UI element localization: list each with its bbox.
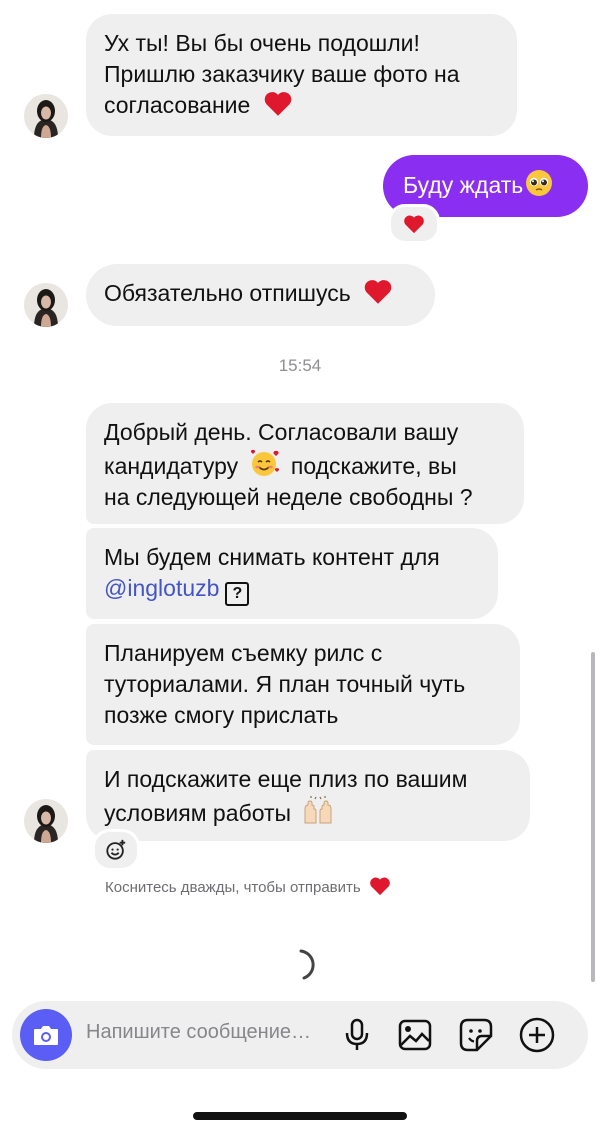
red-heart-emoji xyxy=(370,877,390,896)
message-text-line: Пришлю заказчику ваше фото на xyxy=(104,61,460,87)
loading-spinner-icon xyxy=(299,949,315,980)
chat-screen: Ух ты! Вы бы очень подошли! Пришлю заказ… xyxy=(0,0,600,1133)
message-text-line: согласование xyxy=(104,92,251,118)
red-heart-emoji xyxy=(264,92,291,116)
message-text-line: И подскажите еще плиз по вашим xyxy=(104,766,468,792)
scrollbar[interactable] xyxy=(591,652,595,982)
message-text: Буду ждать xyxy=(403,172,524,198)
message-text-line: условиям работы xyxy=(104,800,292,826)
gallery-icon xyxy=(398,1019,432,1051)
message-text-line: Планируем съемку рилс с xyxy=(104,640,383,666)
microphone-icon xyxy=(345,1018,369,1050)
microphone-button[interactable] xyxy=(339,1017,375,1053)
raising-hands-emoji xyxy=(304,796,332,824)
avatar[interactable] xyxy=(24,799,68,843)
sticker-button[interactable] xyxy=(458,1017,494,1053)
message-bubble[interactable]: Ух ты! Вы бы очень подошли! Пришлю заказ… xyxy=(86,14,517,136)
camera-button[interactable] xyxy=(20,1009,72,1061)
add-button[interactable] xyxy=(519,1017,555,1053)
message-text-fragment: кандидатуру xyxy=(104,453,239,479)
camera-icon xyxy=(34,1026,58,1045)
pleading-face-emoji xyxy=(526,170,553,196)
sticker-icon xyxy=(459,1018,493,1052)
smiling-face-with-hearts-emoji xyxy=(250,449,279,476)
red-heart-emoji xyxy=(404,215,424,234)
message-text-line: Ух ты! Вы бы очень подошли! xyxy=(104,30,420,56)
message-reaction[interactable] xyxy=(388,204,440,244)
message-text: Обязательно отпишусь xyxy=(104,280,351,306)
message-text-line: на следующей неделе свободны ? xyxy=(104,484,473,510)
double-tap-hint[interactable]: Коснитесь дважды, чтобы отправить xyxy=(105,876,391,896)
emoji-add-icon xyxy=(106,839,126,860)
avatar[interactable] xyxy=(24,94,68,138)
add-reaction-button[interactable] xyxy=(92,829,140,871)
chat-timestamp: 15:54 xyxy=(278,356,322,375)
gallery-button[interactable] xyxy=(397,1017,433,1053)
unknown-glyph-badge: ? xyxy=(225,582,250,606)
red-heart-emoji xyxy=(364,280,392,304)
message-text-line: Мы будем снимать контент для xyxy=(104,544,440,570)
message-input[interactable]: Напишите сообщение… xyxy=(86,1021,311,1044)
message-composer: Напишите сообщение… xyxy=(12,1001,588,1069)
message-text-line: туториалами. Я план точный чуть xyxy=(104,671,466,697)
message-bubble[interactable]: Добрый день. Согласовали вашу кандидатур… xyxy=(86,403,524,524)
home-indicator[interactable] xyxy=(193,1112,407,1120)
message-bubble[interactable]: Планируем съемку рилс с туториалами. Я п… xyxy=(86,624,520,745)
message-text-line: позже смогу прислать xyxy=(104,702,339,728)
message-text-fragment: подскажите, вы xyxy=(290,453,457,479)
mention-link[interactable]: @inglotuzb xyxy=(104,575,219,601)
avatar[interactable] xyxy=(24,283,68,327)
double-tap-hint-text: Коснитесь дважды, чтобы отправить xyxy=(105,879,361,896)
message-bubble[interactable]: И подскажите еще плиз по вашим условиям … xyxy=(86,750,530,841)
message-bubble[interactable]: Мы будем снимать контент для @inglotuzb? xyxy=(86,528,498,619)
add-icon xyxy=(519,1017,555,1053)
message-bubble[interactable]: Обязательно отпишусь xyxy=(86,264,435,326)
message-text-line: Добрый день. Согласовали вашу xyxy=(104,419,459,445)
